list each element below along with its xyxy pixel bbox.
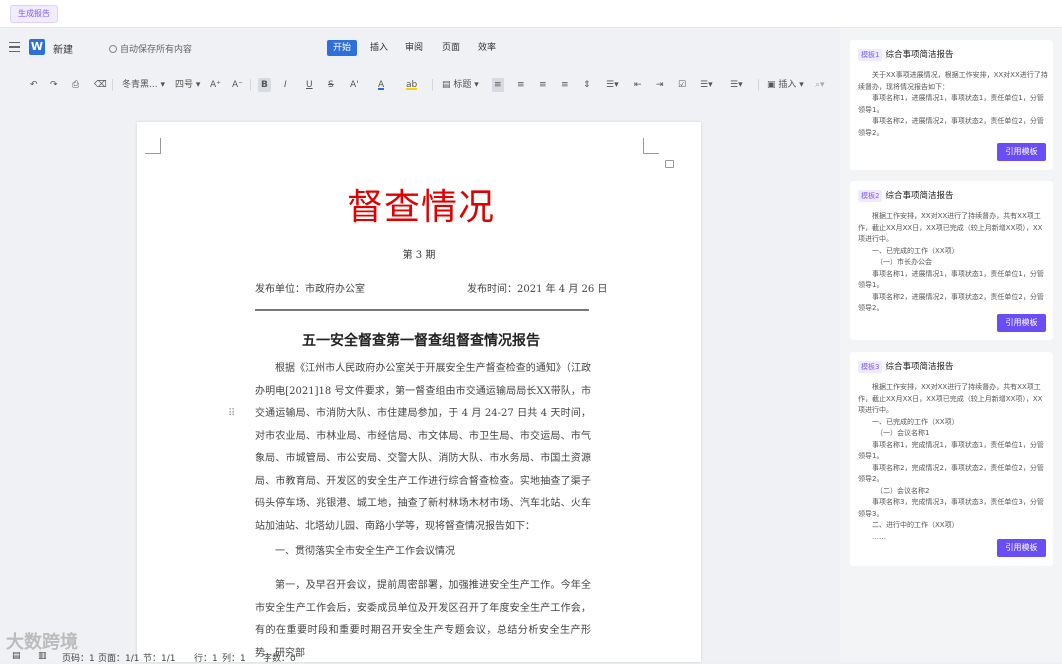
menu-icon[interactable] <box>9 42 20 52</box>
template-body: 关于XX事项进展情况，根据工作安排，XX对XX进行了持续督办，现将情况报告如下：… <box>858 71 1048 137</box>
tab-page[interactable]: 页面 <box>436 40 466 56</box>
new-doc-button[interactable]: 新建 <box>53 41 73 56</box>
format-painter-icon[interactable]: ⎙ <box>72 78 79 92</box>
undo-icon[interactable]: ↶ <box>30 78 38 92</box>
font-select[interactable]: 冬青黑... ▾ <box>122 78 165 92</box>
check-circle-icon <box>109 45 117 53</box>
underline-button[interactable]: U <box>306 78 313 92</box>
line-spacing-icon[interactable]: ⇕ <box>583 78 591 92</box>
template-title: 综合事项简洁报告 <box>885 362 954 372</box>
row-position: 行：1 <box>194 654 218 664</box>
para-spacing-icon[interactable]: ☰▾ <box>606 78 619 92</box>
template-card: 模板3 综合事项简洁报告 根据工作安排，XX对XX进行了持续督办，共有XX项工作，… <box>850 352 1053 566</box>
status-bar: ▤ ▥ 页码：1 页面：1/1 节：1/1 行：1 列：1 字数：0 <box>0 648 840 664</box>
italic-button[interactable]: I <box>284 78 287 92</box>
page-corner-mark <box>145 138 161 154</box>
issue-number: 第 3 期 <box>402 250 436 261</box>
format-toolbar: ↶ ↷ ⎙ ⌫ 冬青黑... ▾ 四号 ▾ A⁺ A⁻ B I U S A' A… <box>0 72 840 98</box>
watermark-logo: 大数跨境 <box>6 632 78 653</box>
template-badge: 模板1 <box>858 49 883 61</box>
use-template-button[interactable]: 引用模板 <box>997 314 1046 332</box>
red-header-title: 督查情况 <box>346 187 495 228</box>
autosave-status: 自动保存所有内容 <box>109 42 192 55</box>
font-color-button[interactable]: A <box>378 78 385 90</box>
tab-efficiency[interactable]: 效率 <box>472 40 502 56</box>
font-size-select[interactable]: 四号 ▾ <box>175 78 200 92</box>
body-paragraph: 根据《江州市人民政府办公室关于开展安全生产督查检查的通知》（江政办明电[2021… <box>255 363 591 532</box>
template-card: 模板1 综合事项简洁报告 关于XX事项进展情况，根据工作安排，XX对XX进行了持续… <box>850 40 1053 170</box>
indent-decrease-icon[interactable]: ⇤ <box>634 78 642 92</box>
generate-report-tab[interactable]: 生成报告 <box>10 5 58 23</box>
redo-icon[interactable]: ↷ <box>50 78 58 92</box>
editor-area: W 新建 自动保存所有内容 开始 插入 审阅 页面 效率 ↶ ↷ ⎙ ⌫ 冬青黑… <box>0 28 840 662</box>
search-icon[interactable]: ⌕▾ <box>815 78 825 92</box>
highlight-button[interactable]: ab <box>406 78 418 90</box>
justify-icon[interactable]: ≡ <box>561 78 569 92</box>
shrink-font-icon[interactable]: A⁻ <box>232 78 243 92</box>
divider <box>255 309 589 311</box>
template-title: 综合事项简洁报告 <box>885 50 954 60</box>
strike-button[interactable]: S <box>328 78 334 92</box>
app-logo: W <box>29 39 45 55</box>
indent-increase-icon[interactable]: ⇥ <box>656 78 664 92</box>
superscript-button[interactable]: A' <box>350 78 359 92</box>
bullet-list-icon[interactable]: ☰▾ <box>700 78 713 92</box>
drag-handle-icon[interactable]: ⠿ <box>228 408 235 419</box>
col-position: 列：1 <box>222 654 246 664</box>
use-template-button[interactable]: 引用模板 <box>997 539 1046 557</box>
section-count: 节：1/1 <box>143 654 176 664</box>
autosave-label: 自动保存所有内容 <box>120 45 193 55</box>
page-corner-mark <box>643 138 659 154</box>
use-template-button[interactable]: 引用模板 <box>997 143 1046 161</box>
template-body: 根据工作安排，XX对XX进行了持续督办，共有XX项工作，截止XX月XX日，XX项… <box>858 212 1044 312</box>
align-left-icon[interactable]: ≡ <box>492 78 504 92</box>
template-badge: 模板3 <box>858 361 883 373</box>
template-title: 综合事项简洁报告 <box>885 191 954 201</box>
publish-time: 发布时间：2021 年 4 月 26 日 <box>467 284 608 295</box>
grow-font-icon[interactable]: A⁺ <box>210 78 221 92</box>
template-body: 根据工作安排，XX对XX进行了持续督办，共有XX项工作，截止XX月XX日，XX项… <box>858 383 1044 541</box>
template-sidebar: 模板1 综合事项简洁报告 关于XX事项进展情况，根据工作安排，XX对XX进行了持续… <box>840 28 1062 662</box>
char-count: 字数：0 <box>263 654 296 664</box>
template-badge: 模板2 <box>858 190 883 202</box>
tab-review[interactable]: 审阅 <box>399 40 429 56</box>
page-count: 页面：1/1 <box>98 654 140 664</box>
align-right-icon[interactable]: ≡ <box>539 78 547 92</box>
checkbox-icon[interactable]: ☑ <box>678 78 686 92</box>
section-heading: 一、贯彻落实全市安全生产工作会议情况 <box>275 546 455 557</box>
tab-insert[interactable]: 插入 <box>364 40 394 56</box>
number-list-icon[interactable]: ☰▾ <box>730 78 743 92</box>
bold-button[interactable]: B <box>258 78 271 92</box>
document-page[interactable]: 督查情况 第 3 期 发布单位：市政府办公室 发布时间：2021 年 4 月 2… <box>137 122 701 662</box>
align-center-icon[interactable]: ≡ <box>517 78 525 92</box>
menu-bar: W 新建 自动保存所有内容 开始 插入 审阅 页面 效率 <box>0 28 840 68</box>
insert-button[interactable]: ▣ 插入 ▾ <box>767 78 804 92</box>
tab-start[interactable]: 开始 <box>327 40 358 56</box>
document-title: 五一安全督查第一督查组督查情况报告 <box>302 333 540 349</box>
template-card: 模板2 综合事项简洁报告 根据工作安排，XX对XX进行了持续督办，共有XX项工作，… <box>850 181 1053 340</box>
publish-unit: 发布单位：市政府办公室 <box>255 284 365 295</box>
top-bar: 生成报告 <box>0 0 1062 28</box>
clear-format-icon[interactable]: ⌫ <box>94 78 107 92</box>
heading-select[interactable]: ▤ 标题 ▾ <box>442 78 479 92</box>
comment-icon[interactable] <box>665 160 674 168</box>
